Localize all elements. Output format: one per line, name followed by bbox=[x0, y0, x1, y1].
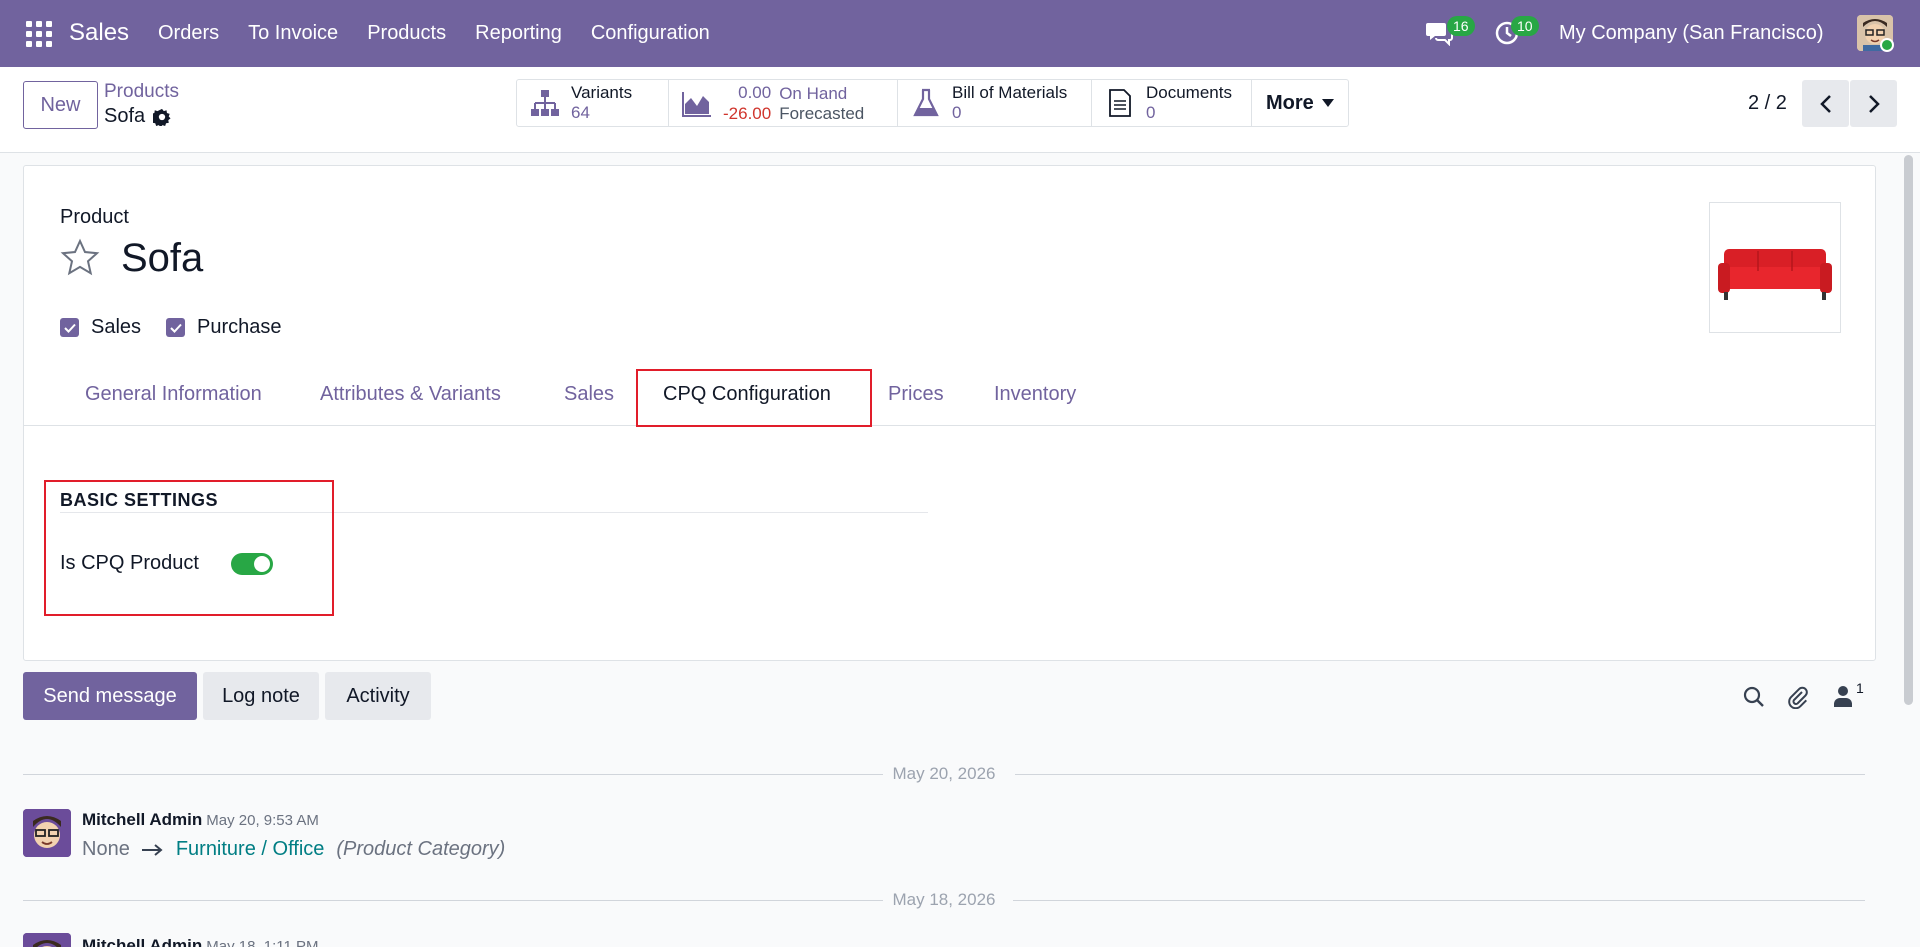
apps-grid-icon[interactable] bbox=[26, 21, 52, 47]
bom-label: Bill of Materials bbox=[952, 83, 1068, 102]
pager-next-button[interactable] bbox=[1850, 80, 1897, 127]
stock-smart-button[interactable]: 0.00 -26.00 On Hand Forecasted bbox=[669, 80, 898, 126]
on-hand-value: 0.00 bbox=[738, 83, 772, 102]
date-separator: May 20, 2026 bbox=[23, 764, 1865, 784]
scrollbar[interactable] bbox=[1904, 155, 1913, 705]
forecasted-value: -26.00 bbox=[723, 104, 772, 123]
breadcrumb-current-label: Sofa bbox=[104, 105, 146, 127]
tracking-new-value[interactable]: Furniture / Office bbox=[176, 838, 325, 861]
tab-prices[interactable]: Prices bbox=[888, 383, 944, 406]
message-timestamp: May 20, 9:53 AM bbox=[206, 812, 319, 829]
send-message-button[interactable]: Send message bbox=[23, 672, 197, 720]
pager-previous-button[interactable] bbox=[1802, 80, 1849, 127]
can-be-sold-checkbox[interactable]: Sales bbox=[60, 316, 141, 339]
product-image[interactable] bbox=[1709, 202, 1841, 333]
new-button[interactable]: New bbox=[23, 81, 98, 129]
activity-button[interactable]: Activity bbox=[325, 672, 431, 720]
pager-value[interactable]: 2 / 2 bbox=[1748, 92, 1787, 115]
message-timestamp: May 18, 1:11 PM bbox=[206, 938, 319, 947]
tab-attributes-variants[interactable]: Attributes & Variants bbox=[320, 383, 501, 406]
tracking-field-name: (Product Category) bbox=[336, 838, 506, 860]
breadcrumb-current: Sofa bbox=[104, 105, 171, 128]
area-chart-icon bbox=[682, 92, 711, 117]
more-label: More bbox=[1266, 91, 1314, 114]
sofa-image bbox=[1718, 249, 1832, 300]
menu-item-products[interactable]: Products bbox=[367, 22, 446, 45]
can-be-purchased-label: Purchase bbox=[197, 316, 282, 338]
online-status-dot bbox=[1880, 38, 1894, 52]
avatar-face-icon bbox=[23, 809, 71, 857]
main-menu: Orders To Invoice Products Reporting Con… bbox=[158, 22, 739, 45]
app-name[interactable]: Sales bbox=[69, 19, 129, 47]
menu-item-to-invoice[interactable]: To Invoice bbox=[248, 22, 338, 45]
tab-highlight-box bbox=[636, 369, 872, 427]
variants-value: 64 bbox=[571, 103, 590, 122]
chevron-left-icon bbox=[1819, 94, 1831, 113]
messages-badge: 16 bbox=[1447, 16, 1475, 36]
document-icon bbox=[1109, 89, 1131, 117]
log-note-button[interactable]: Log note bbox=[203, 672, 319, 720]
caret-down-icon bbox=[1321, 99, 1334, 107]
tab-sales[interactable]: Sales bbox=[564, 383, 614, 406]
arrow-right-icon bbox=[141, 843, 163, 856]
message-author-name[interactable]: Mitchell Admin bbox=[82, 810, 202, 829]
can-be-sold-label: Sales bbox=[91, 316, 142, 338]
tracking-value-change: None Furniture / Office (Product Categor… bbox=[82, 838, 505, 861]
date-separator: May 18, 2026 bbox=[23, 890, 1865, 910]
top-navbar: Sales Orders To Invoice Products Reporti… bbox=[0, 0, 1920, 67]
followers-count: 1 bbox=[1856, 680, 1864, 696]
follower-icon[interactable] bbox=[1833, 685, 1853, 707]
on-hand-label: On Hand bbox=[779, 83, 848, 103]
favorite-star-icon[interactable] bbox=[60, 238, 100, 278]
checkbox-checked-icon bbox=[60, 318, 79, 337]
gear-icon[interactable] bbox=[153, 108, 171, 126]
tab-general-information[interactable]: General Information bbox=[85, 383, 262, 406]
notebook-tabs: General Information Attributes & Variant… bbox=[24, 366, 1875, 426]
bom-value: 0 bbox=[952, 103, 962, 122]
bom-smart-button[interactable]: Bill of Materials 0 bbox=[898, 80, 1092, 126]
variants-smart-button[interactable]: Variants 64 bbox=[517, 80, 669, 126]
product-label: Product bbox=[60, 206, 129, 228]
menu-item-reporting[interactable]: Reporting bbox=[475, 22, 562, 45]
documents-smart-button[interactable]: Documents 0 bbox=[1092, 80, 1252, 126]
message-author-name[interactable]: Mitchell Admin bbox=[82, 936, 202, 947]
breadcrumb-products[interactable]: Products bbox=[104, 81, 179, 103]
forecasted-label: Forecasted bbox=[779, 103, 865, 123]
message-author-avatar[interactable] bbox=[23, 809, 71, 857]
documents-label: Documents bbox=[1146, 83, 1232, 102]
control-panel: New Products Sofa Variants 64 0.00 -26.0… bbox=[0, 67, 1920, 153]
product-name-field[interactable]: Sofa bbox=[121, 236, 203, 281]
can-be-purchased-checkbox[interactable]: Purchase bbox=[166, 316, 282, 339]
variants-label: Variants bbox=[571, 83, 633, 102]
tab-inventory[interactable]: Inventory bbox=[994, 383, 1076, 406]
more-dropdown-button[interactable]: More bbox=[1252, 80, 1348, 126]
form-sheet: Product Sofa Sales Purchase General Info… bbox=[23, 165, 1876, 661]
message-author[interactable]: Mitchell Admin May 20, 9:53 AM bbox=[82, 810, 319, 830]
sitemap-icon bbox=[531, 90, 559, 116]
smart-buttons: Variants 64 0.00 -26.00 On Hand Forecast… bbox=[516, 79, 1349, 127]
flask-icon bbox=[913, 88, 939, 117]
settings-highlight-box bbox=[44, 480, 334, 616]
checkbox-checked-icon bbox=[166, 318, 185, 337]
menu-item-orders[interactable]: Orders bbox=[158, 22, 219, 45]
tracking-old-value: None bbox=[82, 838, 130, 860]
message-author[interactable]: Mitchell Admin May 18, 1:11 PM bbox=[82, 936, 319, 947]
documents-value: 0 bbox=[1146, 103, 1156, 122]
company-switcher[interactable]: My Company (San Francisco) bbox=[1559, 22, 1824, 45]
paperclip-icon[interactable] bbox=[1785, 685, 1809, 709]
activities-badge: 10 bbox=[1511, 16, 1539, 36]
menu-item-configuration[interactable]: Configuration bbox=[591, 22, 710, 45]
avatar-face-icon bbox=[23, 933, 71, 947]
search-icon[interactable] bbox=[1742, 685, 1766, 709]
message-author-avatar[interactable] bbox=[23, 933, 71, 947]
chevron-right-icon bbox=[1868, 94, 1880, 113]
